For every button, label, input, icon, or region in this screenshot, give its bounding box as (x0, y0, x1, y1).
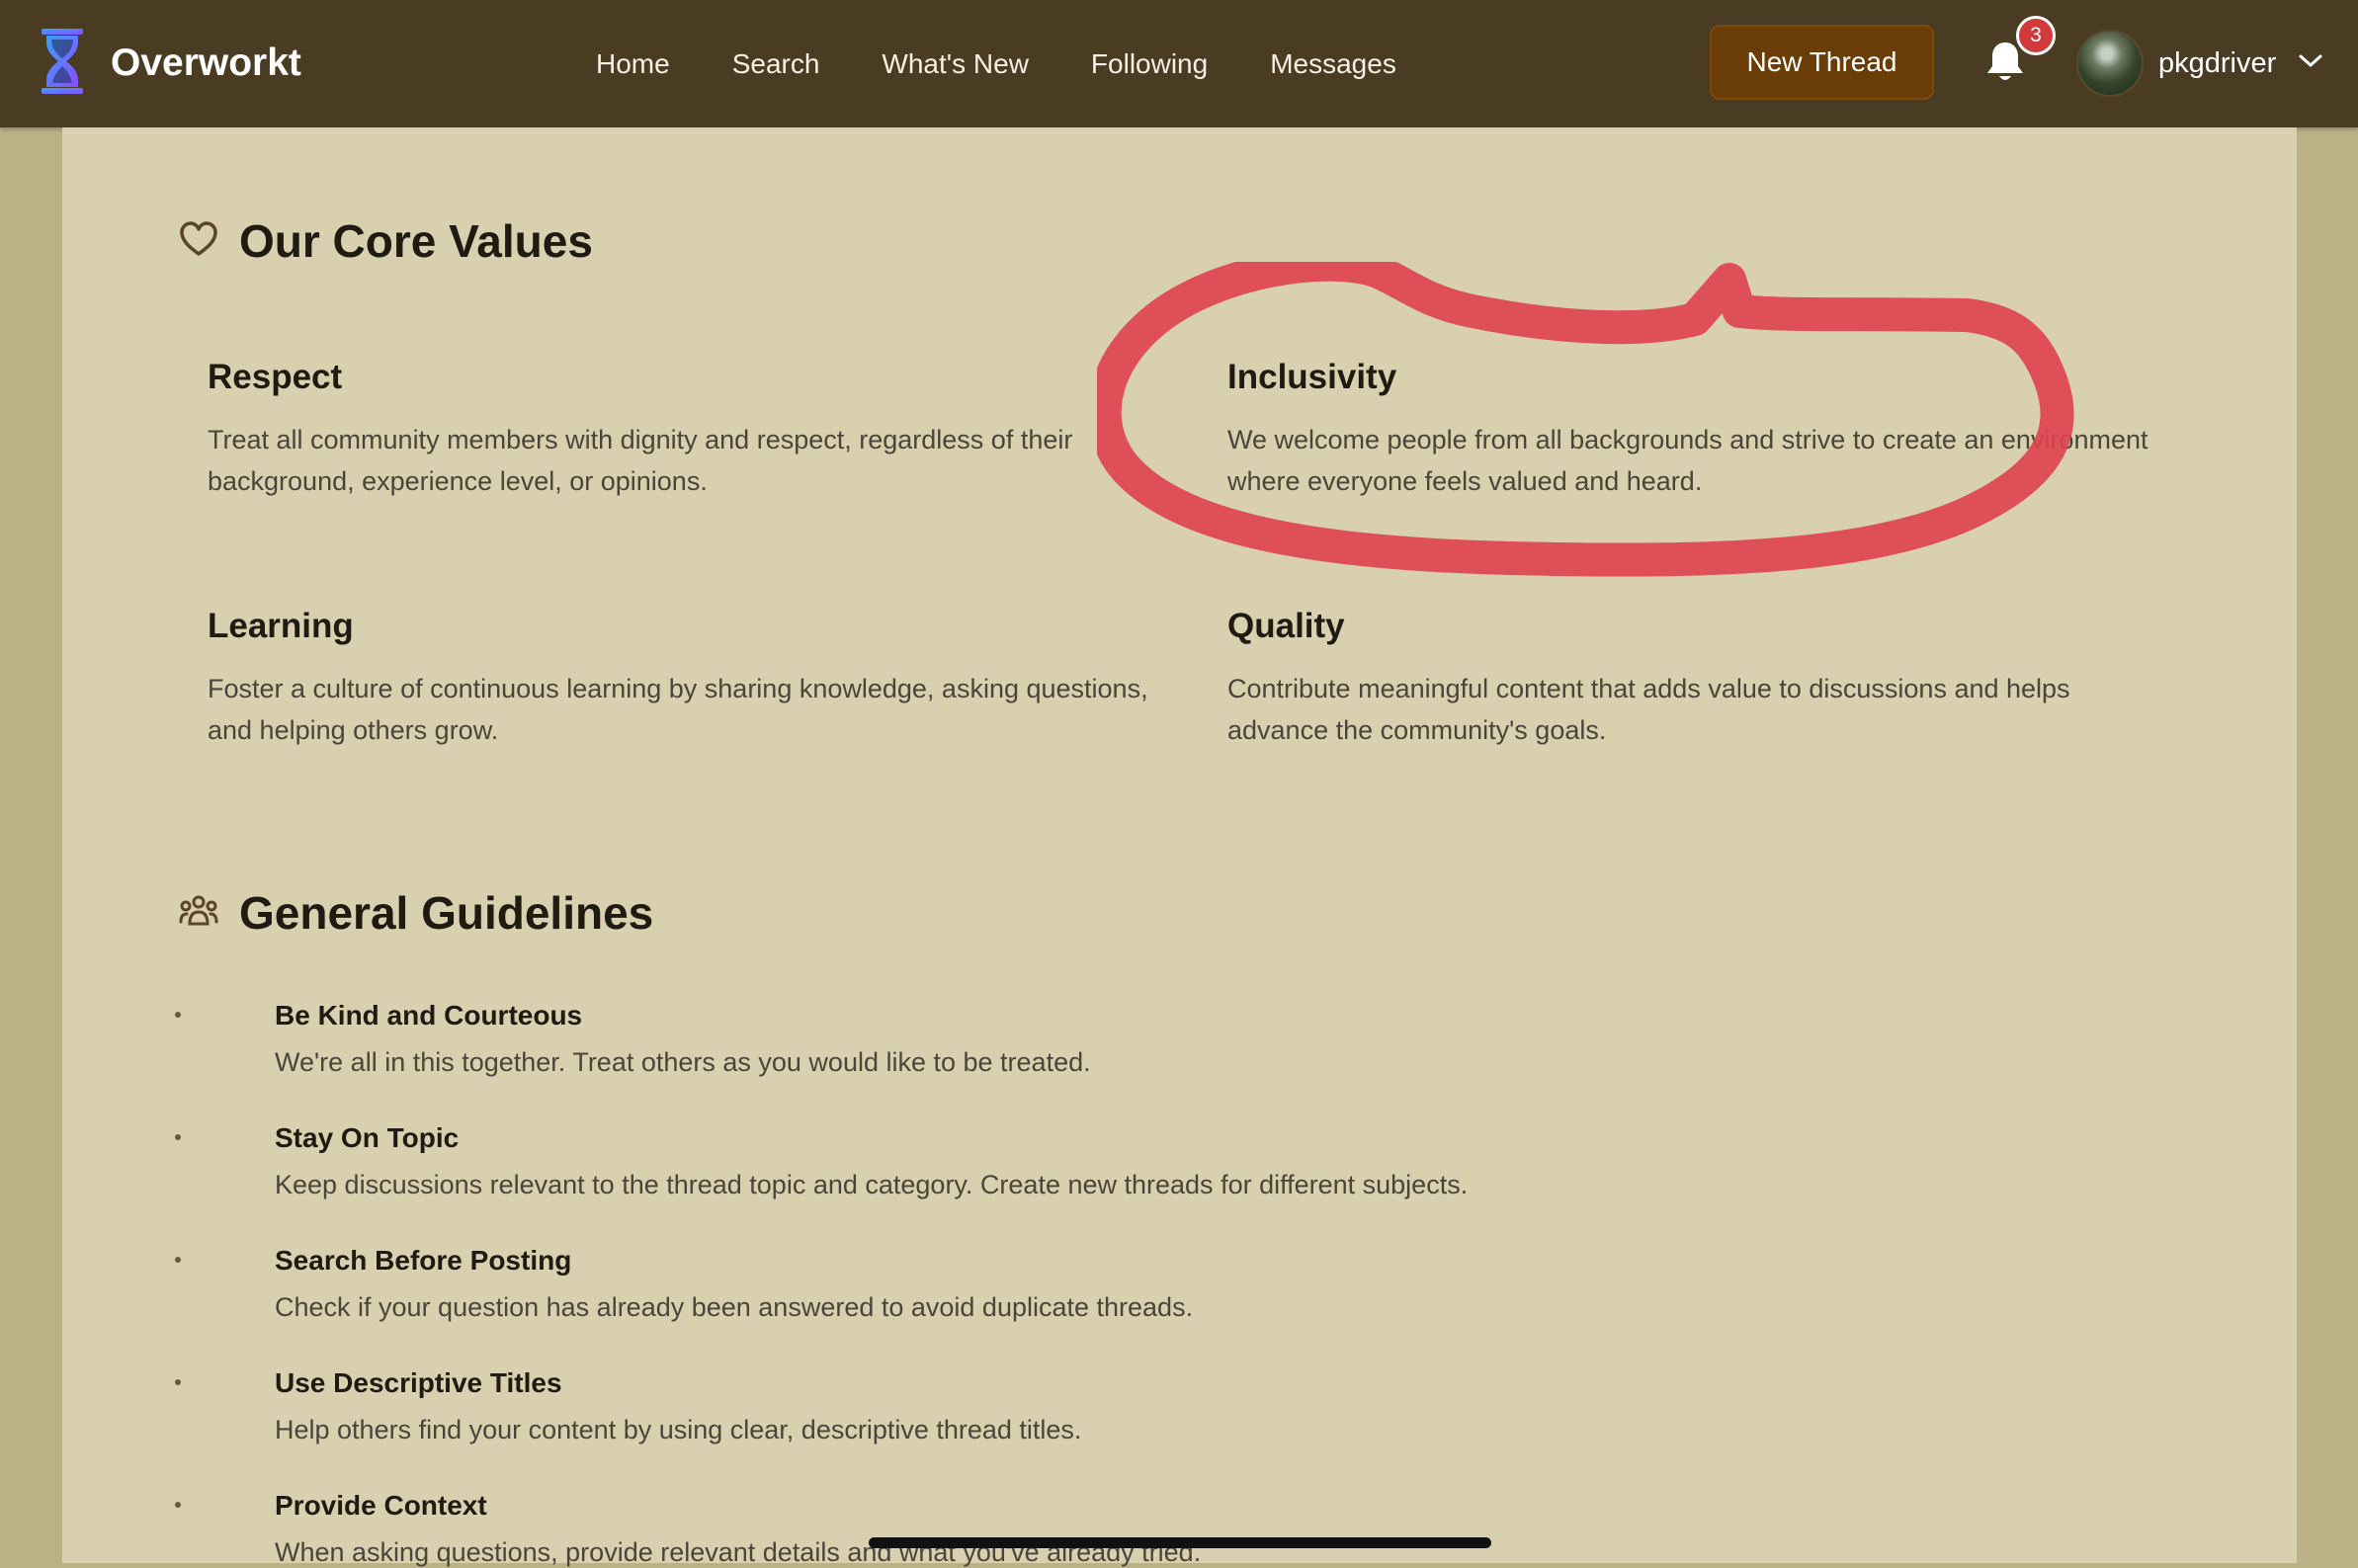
guideline-item: Search Before Posting Check if your ques… (175, 1245, 2053, 1323)
guideline-description: We're all in this together. Treat others… (275, 1047, 1091, 1077)
bell-icon (1984, 42, 2026, 89)
value-description: Treat all community members with dignity… (208, 425, 1073, 496)
new-thread-button[interactable]: New Thread (1710, 25, 1934, 100)
nav-link-home[interactable]: Home (596, 48, 670, 80)
heart-icon (178, 218, 219, 265)
top-navigation-bar: Overworkt Home Search What's New Followi… (0, 0, 2358, 127)
bullet (175, 1257, 181, 1263)
guideline-item: Use Descriptive Titles Help others find … (175, 1367, 2053, 1445)
guideline-description: Check if your question has already been … (275, 1292, 1194, 1322)
nav-link-messages[interactable]: Messages (1270, 48, 1396, 80)
username: pkgdriver (2158, 46, 2277, 79)
notification-count-badge: 3 (2016, 16, 2056, 55)
value-title: Quality (1227, 607, 1345, 645)
users-icon (178, 890, 219, 937)
user-menu[interactable]: pkgdriver (2076, 29, 2323, 98)
value-title: Respect (208, 358, 343, 396)
nav-link-search[interactable]: Search (732, 48, 820, 80)
brand-name: Overworkt (111, 41, 301, 84)
value-title: Inclusivity (1227, 358, 1397, 396)
value-title: Learning (208, 607, 354, 645)
bullet (175, 1379, 181, 1385)
guideline-title: Stay On Topic (275, 1122, 460, 1153)
value-card-inclusivity: Inclusivity We welcome people from all b… (1227, 358, 2176, 502)
brand-logo-link[interactable]: Overworkt (38, 28, 301, 99)
bullet (175, 1502, 181, 1508)
page-section-title: Our Core Values (239, 215, 593, 267)
nav-link-whats-new[interactable]: What's New (882, 48, 1029, 80)
avatar (2076, 30, 2144, 97)
guideline-description: Help others find your content by using c… (275, 1415, 1082, 1444)
guideline-item: Be Kind and Courteous We're all in this … (175, 1000, 2053, 1078)
home-indicator (869, 1537, 1491, 1548)
core-values-heading: Our Core Values (178, 214, 593, 268)
guideline-description: Keep discussions relevant to the thread … (275, 1170, 1469, 1199)
guideline-item: Stay On Topic Keep discussions relevant … (175, 1122, 2053, 1200)
general-guidelines-heading: General Guidelines (178, 886, 653, 940)
guideline-title: Be Kind and Courteous (275, 1000, 583, 1031)
value-description: Contribute meaningful content that adds … (1227, 674, 2070, 745)
value-description: Foster a culture of continuous learning … (208, 674, 1148, 745)
main-nav: Home Search What's New Following Message… (596, 0, 1459, 127)
bullet (175, 1134, 181, 1140)
guideline-item: Provide Context When asking questions, p… (175, 1490, 2053, 1568)
page-section-title: General Guidelines (239, 887, 654, 939)
guideline-title: Use Descriptive Titles (275, 1367, 562, 1398)
guideline-title: Search Before Posting (275, 1245, 572, 1276)
chevron-down-icon (2276, 53, 2323, 74)
bullet (175, 1012, 181, 1018)
nav-link-following[interactable]: Following (1091, 48, 1208, 80)
guidelines-page: Our Core Values Respect Treat all commun… (62, 127, 2297, 1567)
value-card-learning: Learning Foster a culture of continuous … (208, 607, 1156, 751)
value-card-quality: Quality Contribute meaningful content th… (1227, 607, 2176, 751)
value-description: We welcome people from all backgrounds a… (1227, 425, 2148, 496)
hourglass-icon (38, 27, 87, 101)
value-card-respect: Respect Treat all community members with… (208, 358, 1156, 502)
guideline-title: Provide Context (275, 1490, 487, 1521)
